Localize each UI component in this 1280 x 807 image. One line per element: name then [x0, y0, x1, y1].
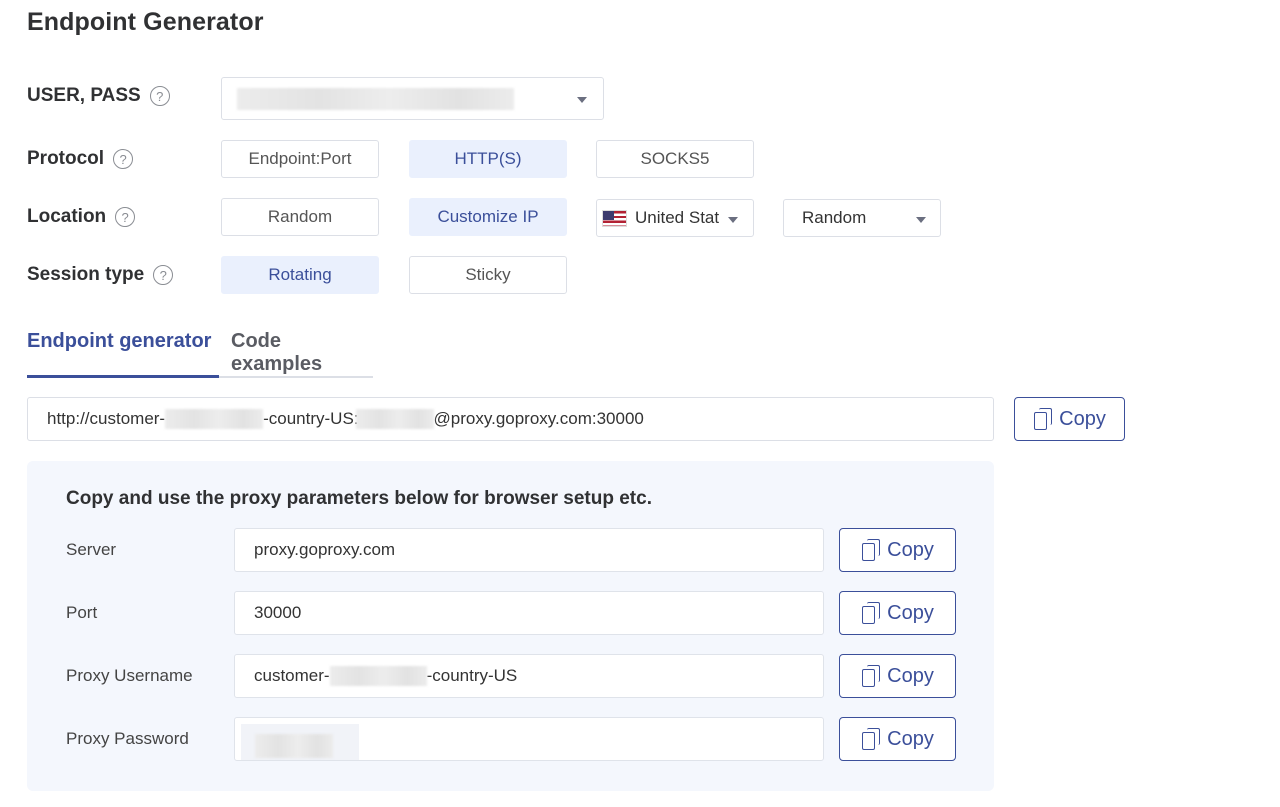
copy-label: Copy [887, 538, 934, 561]
username-prefix: customer- [254, 666, 330, 685]
copy-icon [861, 602, 881, 624]
page-title: Endpoint Generator [27, 8, 264, 36]
copy-icon [861, 539, 881, 561]
user-pass-label-text: USER, PASS [27, 85, 141, 106]
endpoint-middle: -country-US: [263, 409, 359, 428]
proxy-username-field[interactable]: customer- -country-US [234, 654, 824, 698]
help-icon[interactable]: ? [113, 149, 134, 169]
redacted-user-pass [237, 87, 514, 110]
port-value: 30000 [254, 603, 302, 622]
copy-label: Copy [887, 664, 934, 687]
port-label: Port [66, 603, 98, 622]
tab-endpoint-generator[interactable]: Endpoint generator [27, 330, 211, 353]
protocol-option-https[interactable]: HTTP(S) [409, 140, 567, 178]
proxy-username-label: Proxy Username [66, 666, 193, 685]
session-type-label-text: Session type [27, 264, 145, 285]
help-icon[interactable]: ? [115, 207, 136, 227]
chevron-down-icon [728, 217, 738, 223]
copy-icon [861, 665, 881, 687]
copy-label: Copy [887, 727, 934, 750]
location-option-customize-ip[interactable]: Customize IP [409, 198, 567, 236]
proxy-password-label: Proxy Password [66, 729, 189, 748]
copy-icon [861, 728, 881, 750]
session-option-sticky[interactable]: Sticky [409, 256, 567, 294]
protocol-option-socks5[interactable]: SOCKS5 [596, 140, 754, 178]
proxy-password-field[interactable] [234, 717, 824, 761]
help-icon[interactable]: ? [149, 86, 170, 106]
user-pass-select[interactable] [221, 77, 604, 120]
region-select-value: Random [802, 208, 867, 227]
redacted-username [165, 409, 264, 429]
country-select-value: United Stat [635, 208, 720, 227]
copy-server-button[interactable]: Copy [839, 528, 956, 572]
session-option-rotating[interactable]: Rotating [221, 256, 379, 294]
us-flag-icon [602, 209, 627, 227]
chevron-down-icon [577, 97, 587, 103]
port-field[interactable]: 30000 [234, 591, 824, 635]
tab-code-examples[interactable]: Code examples [231, 330, 373, 376]
username-suffix: -country-US [426, 666, 518, 685]
redacted-password [241, 724, 359, 760]
params-heading: Copy and use the proxy parameters below … [66, 488, 652, 509]
region-select[interactable]: Random [783, 199, 941, 237]
copy-label: Copy [1059, 407, 1106, 430]
server-field[interactable]: proxy.goproxy.com [234, 528, 824, 572]
active-tab-indicator [27, 375, 219, 378]
endpoint-output[interactable]: http://customer- -country-US: @proxy.gop… [27, 397, 994, 441]
proxy-params-panel: Copy and use the proxy parameters below … [27, 461, 994, 791]
server-label: Server [66, 540, 117, 559]
redacted-username [329, 666, 427, 686]
help-icon[interactable]: ? [153, 265, 174, 285]
user-pass-label: USER, PASS ? [27, 77, 170, 115]
endpoint-prefix: http://customer- [47, 409, 166, 428]
location-label: Location ? [27, 198, 136, 236]
copy-password-button[interactable]: Copy [839, 717, 956, 761]
copy-icon [1033, 408, 1053, 430]
server-value: proxy.goproxy.com [254, 540, 396, 559]
endpoint-suffix: @proxy.goproxy.com:30000 [433, 409, 644, 428]
location-label-text: Location [27, 206, 107, 227]
copy-endpoint-button[interactable]: Copy [1014, 397, 1125, 441]
session-type-label: Session type ? [27, 256, 174, 294]
copy-port-button[interactable]: Copy [839, 591, 956, 635]
country-select[interactable]: United Stat [596, 199, 754, 237]
protocol-option-endpoint-port[interactable]: Endpoint:Port [221, 140, 379, 178]
protocol-label: Protocol ? [27, 140, 134, 178]
protocol-label-text: Protocol [27, 148, 105, 169]
location-option-random[interactable]: Random [221, 198, 379, 236]
copy-label: Copy [887, 601, 934, 624]
tabs: Endpoint generator Code examples [27, 330, 373, 378]
copy-username-button[interactable]: Copy [839, 654, 956, 698]
chevron-down-icon [916, 217, 926, 223]
redacted-password [355, 409, 434, 429]
